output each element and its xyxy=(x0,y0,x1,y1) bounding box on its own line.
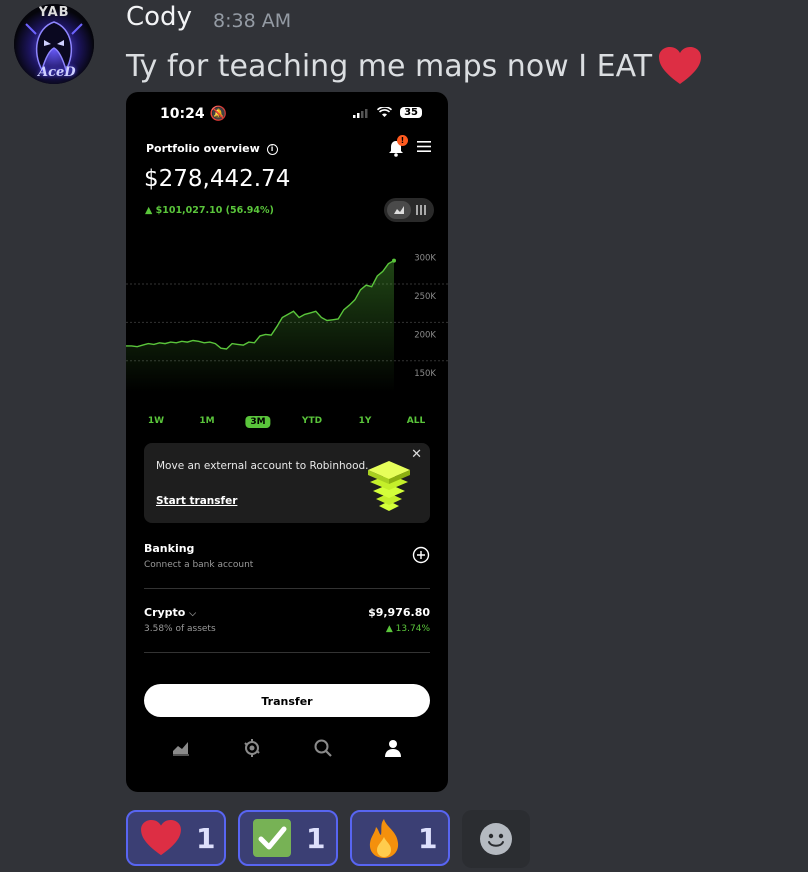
y-tick-label: 300K xyxy=(414,254,436,264)
search-tab-icon[interactable] xyxy=(313,738,333,758)
fire-emoji xyxy=(369,819,399,858)
avatar-text-top: YAB xyxy=(38,5,70,20)
crypto-title[interactable]: Crypto ⌵ xyxy=(144,606,196,619)
range-1w[interactable]: 1W xyxy=(148,416,164,426)
message-text: Ty for teaching me maps now I EAT xyxy=(126,48,653,84)
signal-icon xyxy=(353,108,368,118)
transfer-button[interactable]: Transfer xyxy=(144,684,430,717)
check-mark-emoji xyxy=(253,819,291,857)
portfolio-overview-text: Portfolio overview xyxy=(146,142,260,155)
hamburger-menu-icon[interactable] xyxy=(416,140,432,153)
add-bank-icon[interactable] xyxy=(412,546,430,564)
info-icon[interactable]: i xyxy=(266,143,278,155)
image-attachment[interactable]: 10:24 🔕 35 Portfolio overview i ! $278,4… xyxy=(126,92,448,792)
banking-title[interactable]: Banking xyxy=(144,542,194,555)
chart-endpoint xyxy=(392,258,396,263)
chart-type-toggle[interactable] xyxy=(384,198,434,222)
status-time-text: 10:24 xyxy=(160,106,205,122)
account-tab-icon[interactable] xyxy=(383,738,403,758)
notification-badge: ! xyxy=(397,135,408,146)
heart-emoji xyxy=(141,819,181,856)
reaction-count: 1 xyxy=(196,821,216,855)
divider xyxy=(144,588,430,589)
line-chart-icon xyxy=(394,206,404,214)
avatar-text-bottom: AceD xyxy=(38,65,76,80)
timestamp: 8:38 AM xyxy=(213,10,292,32)
range-3m[interactable]: 3M xyxy=(245,416,271,428)
crypto-title-text: Crypto xyxy=(144,606,186,619)
chevron-down-icon[interactable]: ⌵ xyxy=(189,609,196,619)
bar-chart-icon[interactable] xyxy=(415,203,427,217)
transfer-promo-card[interactable]: Move an external account to Robinhood. S… xyxy=(144,443,430,523)
close-icon[interactable]: ✕ xyxy=(411,447,422,462)
battery-indicator: 35 xyxy=(400,107,422,118)
wifi-icon xyxy=(377,107,393,117)
crypto-tab-icon[interactable] xyxy=(242,738,262,758)
add-reaction-button[interactable] xyxy=(462,810,530,868)
message-content: Ty for teaching me maps now I EAT xyxy=(126,46,702,86)
range-1y[interactable]: 1Y xyxy=(359,416,372,426)
line-chart-toggle[interactable] xyxy=(387,201,411,219)
crypto-value: $9,976.80 xyxy=(368,606,430,619)
chart-area xyxy=(126,260,394,392)
reaction-check[interactable]: 1 xyxy=(238,810,338,866)
portfolio-chart[interactable]: 300K 250K 200K 150K xyxy=(126,246,448,392)
stacked-layers-icon xyxy=(368,461,410,511)
y-tick-label: 200K xyxy=(414,330,436,340)
y-tick-label: 150K xyxy=(414,369,436,379)
portfolio-gain: ▲ $101,027.10 (56.94%) xyxy=(145,205,274,216)
crypto-change: ▲ 13.74% xyxy=(385,624,430,634)
portfolio-overview-label[interactable]: Portfolio overview i xyxy=(146,142,278,155)
range-1m[interactable]: 1M xyxy=(199,416,214,426)
y-tick-label: 250K xyxy=(414,292,436,302)
silent-bell-icon: 🔕 xyxy=(209,106,227,122)
avatar[interactable]: YAB AceD xyxy=(14,4,94,84)
reaction-fire[interactable]: 1 xyxy=(350,810,450,866)
username[interactable]: Cody xyxy=(126,2,192,32)
chart-tab-icon[interactable] xyxy=(171,738,191,758)
promo-text: Move an external account to Robinhood. xyxy=(156,460,369,472)
crypto-subtitle: 3.58% of assets xyxy=(144,624,216,634)
reaction-count: 1 xyxy=(418,821,438,855)
range-ytd[interactable]: YTD xyxy=(302,416,322,426)
smiley-icon xyxy=(480,823,512,855)
status-icons: 35 xyxy=(353,107,422,118)
range-all[interactable]: ALL xyxy=(407,416,425,426)
status-time: 10:24 🔕 xyxy=(160,106,227,122)
banking-subtitle: Connect a bank account xyxy=(144,560,254,570)
reaction-heart[interactable]: 1 xyxy=(126,810,226,866)
heart-emoji xyxy=(659,47,702,84)
reaction-count: 1 xyxy=(306,821,326,855)
start-transfer-link[interactable]: Start transfer xyxy=(156,495,237,507)
portfolio-balance: $278,442.74 xyxy=(144,166,291,192)
divider xyxy=(144,652,430,653)
